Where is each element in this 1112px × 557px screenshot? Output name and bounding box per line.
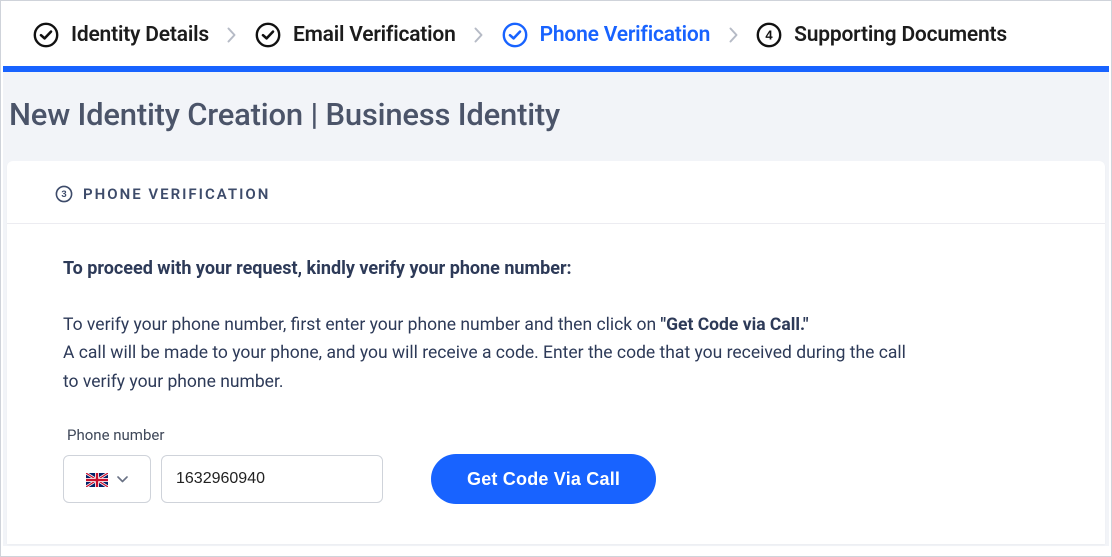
card-header: 3 PHONE VERIFICATION: [7, 161, 1105, 224]
phone-field-label: Phone number: [67, 426, 1049, 444]
flag-icon: [86, 472, 108, 486]
card-step-title: PHONE VERIFICATION: [83, 185, 270, 203]
lead-text: To proceed with your request, kindly ver…: [63, 258, 1049, 279]
chevron-right-icon: [474, 26, 484, 44]
step-identity-details[interactable]: Identity Details: [33, 22, 209, 48]
chevron-right-icon: [728, 26, 738, 44]
desc-part-1: To verify your phone number, first enter…: [63, 315, 661, 335]
desc-bold: "Get Code via Call.": [661, 315, 809, 335]
step-phone-verification[interactable]: Phone Verification: [502, 22, 711, 48]
page-title: New Identity Creation | Business Identit…: [3, 72, 1109, 161]
step-label: Identity Details: [71, 23, 209, 47]
step-label: Email Verification: [293, 23, 456, 47]
step-supporting-documents[interactable]: 4 Supporting Documents: [756, 22, 1007, 48]
country-code-select[interactable]: [63, 455, 151, 503]
description-text: To verify your phone number, first enter…: [63, 311, 923, 396]
wizard-stepper: Identity Details Email Verification Phon…: [3, 6, 1109, 66]
phone-verification-card: 3 PHONE VERIFICATION To proceed with you…: [7, 161, 1105, 544]
step-number: 4: [766, 28, 774, 43]
check-circle-icon: [33, 22, 59, 48]
step-email-verification[interactable]: Email Verification: [255, 22, 456, 48]
check-circle-icon: [255, 22, 281, 48]
step-label: Phone Verification: [540, 23, 711, 47]
step-number-icon: 4: [756, 22, 782, 48]
step-number-icon: 3: [55, 185, 73, 203]
chevron-down-icon: [116, 473, 128, 485]
step-label: Supporting Documents: [794, 23, 1007, 47]
chevron-right-icon: [227, 26, 237, 44]
desc-part-2: A call will be made to your phone, and y…: [63, 343, 906, 391]
svg-text:3: 3: [61, 189, 66, 200]
get-code-button[interactable]: Get Code Via Call: [431, 454, 656, 504]
check-circle-icon: [502, 22, 528, 48]
phone-input[interactable]: [161, 455, 383, 503]
